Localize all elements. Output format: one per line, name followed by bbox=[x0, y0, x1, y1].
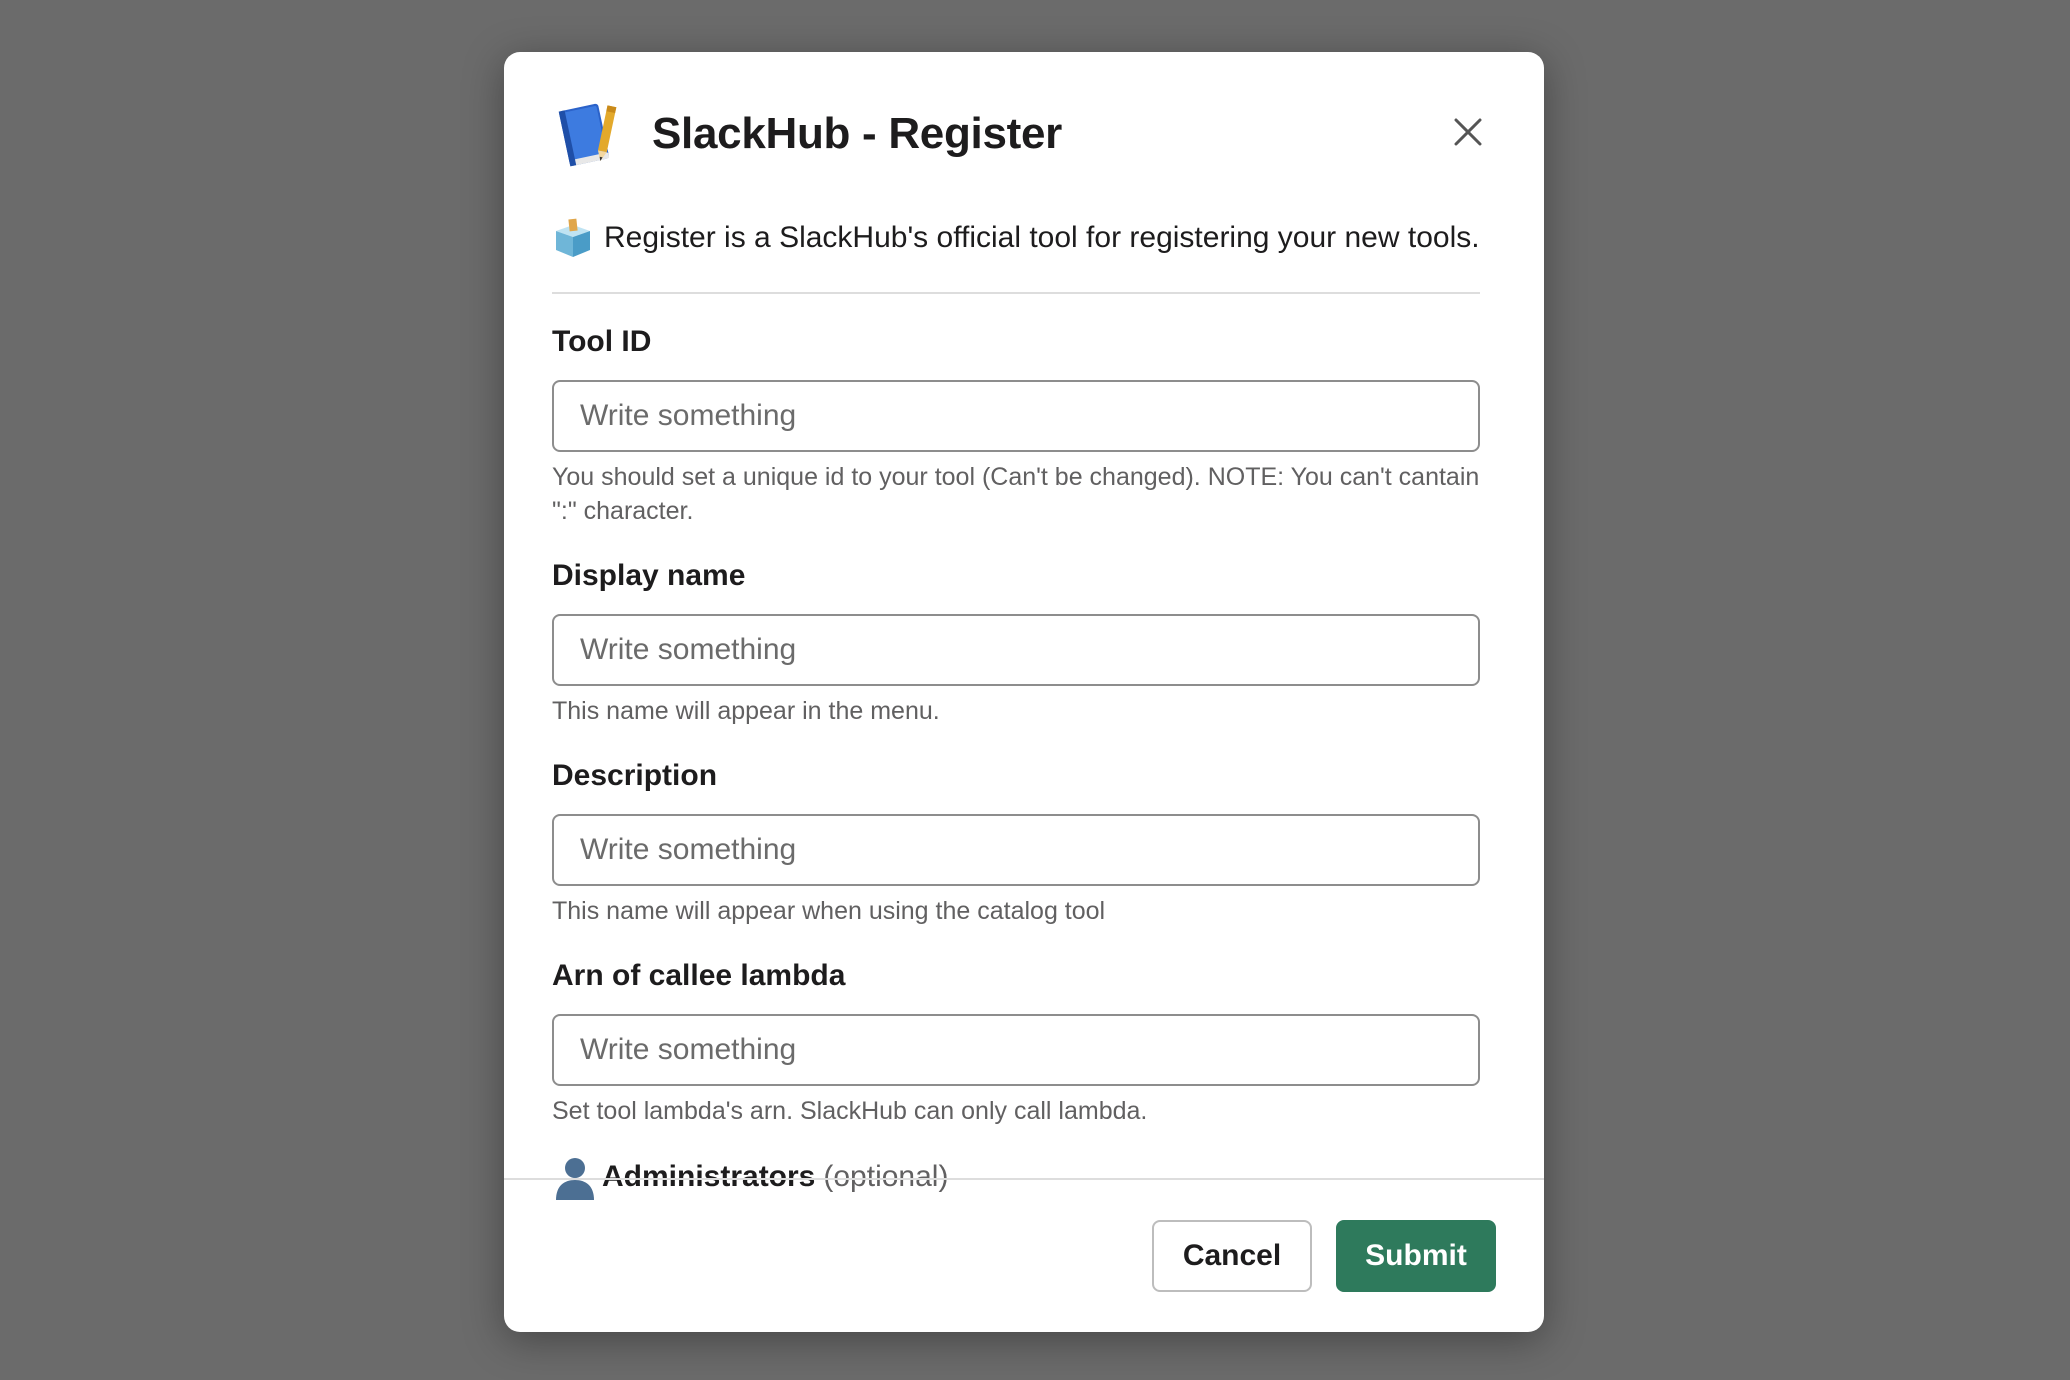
lambda-arn-hint: Set tool lambda's arn. SlackHub can only… bbox=[552, 1097, 1148, 1125]
display-name-input[interactable] bbox=[552, 614, 1480, 686]
close-button[interactable] bbox=[1440, 106, 1496, 162]
modal-body[interactable]: Register is a SlackHub's official tool f… bbox=[552, 202, 1480, 1227]
ballot-box-icon bbox=[552, 217, 594, 259]
register-modal: SlackHub - Register Register is a SlackH… bbox=[504, 52, 1544, 1332]
modal-footer: Cancel Submit bbox=[504, 1178, 1544, 1332]
cancel-button[interactable]: Cancel bbox=[1152, 1220, 1312, 1292]
tool-id-field: Tool ID You should set a unique id to yo… bbox=[552, 322, 1480, 528]
intro-text: Register is a SlackHub's official tool f… bbox=[604, 221, 1480, 254]
display-name-hint: This name will appear in the menu. bbox=[552, 697, 940, 725]
lambda-arn-label: Arn of callee lambda bbox=[552, 959, 846, 992]
tool-id-input[interactable] bbox=[552, 380, 1480, 452]
divider bbox=[552, 292, 1480, 294]
description-field: Description This name will appear when u… bbox=[552, 756, 1480, 928]
display-name-label: Display name bbox=[552, 559, 746, 592]
submit-button[interactable]: Submit bbox=[1336, 1220, 1496, 1292]
tool-id-label: Tool ID bbox=[552, 325, 652, 358]
lambda-arn-field: Arn of callee lambda Set tool lambda's a… bbox=[552, 956, 1480, 1128]
description-hint: This name will appear when using the cat… bbox=[552, 897, 1106, 925]
tool-id-hint: You should set a unique id to your tool … bbox=[552, 463, 1480, 525]
modal-header: SlackHub - Register bbox=[552, 88, 1504, 180]
description-input[interactable] bbox=[552, 814, 1480, 886]
blue-book-pencil-icon bbox=[552, 98, 624, 170]
lambda-arn-input[interactable] bbox=[552, 1014, 1480, 1086]
display-name-field: Display name This name will appear in th… bbox=[552, 556, 1480, 728]
close-icon bbox=[1453, 117, 1483, 152]
modal-title: SlackHub - Register bbox=[652, 109, 1062, 158]
description-label: Description bbox=[552, 759, 718, 792]
intro-section: Register is a SlackHub's official tool f… bbox=[552, 202, 1480, 274]
